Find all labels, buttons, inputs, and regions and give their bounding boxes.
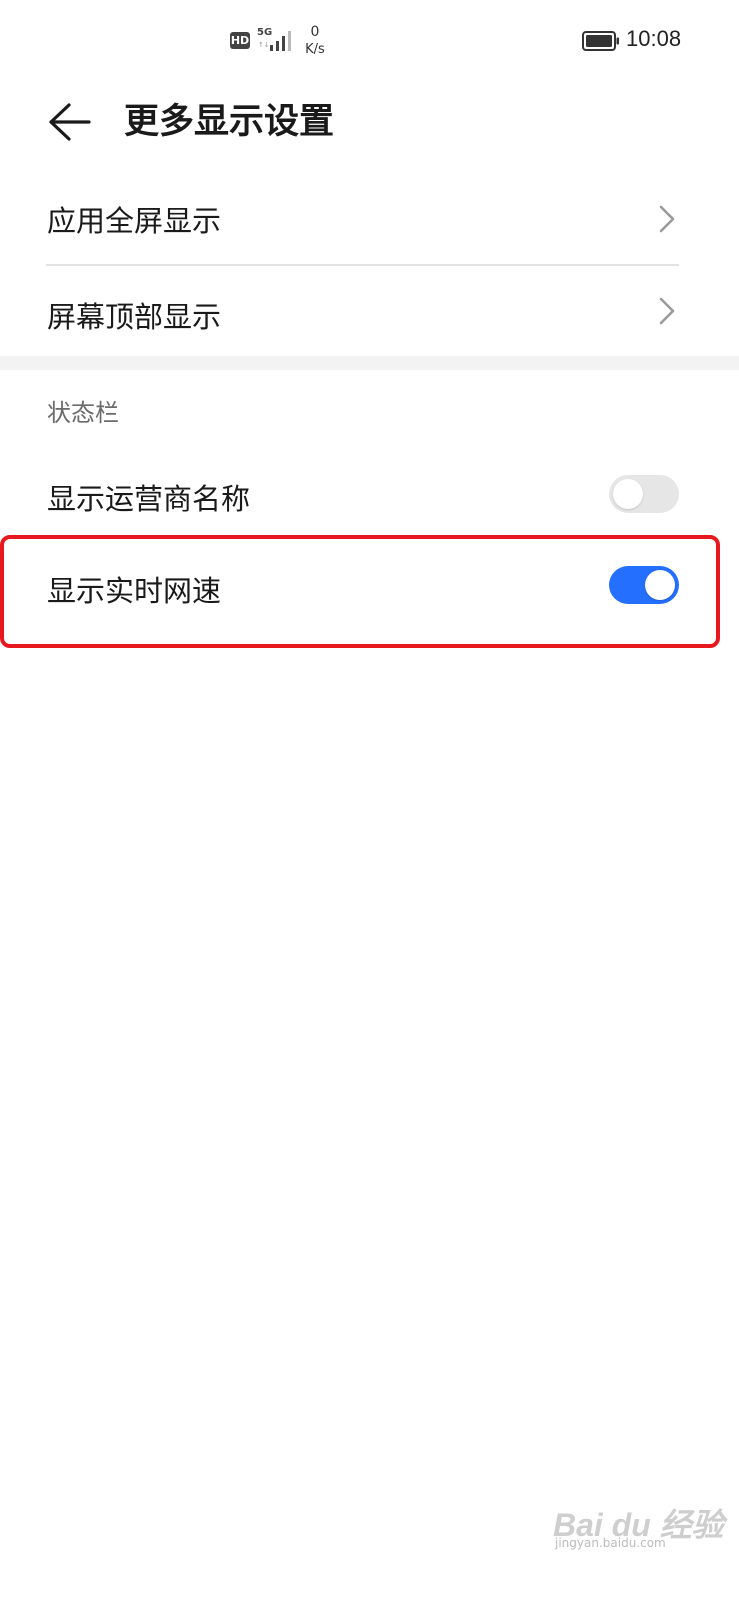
toggle-row-network-speed[interactable]: 显示实时网速 (0, 540, 739, 640)
toggle-label: 显示运营商名称 (47, 482, 251, 516)
network-speed-value: 0 (310, 24, 320, 40)
chevron-right-icon (659, 297, 675, 325)
watermark-url: jingyan.baidu.com (555, 1536, 666, 1550)
chevron-right-icon (659, 205, 675, 233)
back-button[interactable] (42, 98, 96, 146)
toggle-knob (613, 479, 643, 509)
menu-item-label: 屏幕顶部显示 (47, 300, 222, 334)
menu-item-label: 应用全屏显示 (47, 204, 222, 238)
menu-item-fullscreen-apps[interactable]: 应用全屏显示 (0, 172, 739, 264)
arrow-left-icon (49, 103, 91, 141)
section-divider (0, 356, 739, 370)
toggle-knob (645, 570, 675, 600)
status-bar: HD 5G ↑↓ 0 K/s 10:08 (0, 0, 739, 80)
toggle-label: 显示实时网速 (47, 574, 222, 608)
section-title: 状态栏 (47, 399, 119, 427)
menu-item-top-display[interactable]: 屏幕顶部显示 (0, 266, 739, 356)
network-speed-unit: K/s (305, 42, 325, 57)
page-title: 更多显示设置 (124, 102, 335, 142)
header: 更多显示设置 (0, 80, 739, 170)
toggle-switch-network-speed[interactable] (609, 566, 679, 604)
clock: 10:08 (626, 26, 682, 51)
toggle-row-carrier-name[interactable]: 显示运营商名称 (0, 448, 739, 540)
signal-icon (270, 31, 291, 51)
battery-icon (582, 31, 619, 51)
hd-icon: HD (230, 32, 250, 49)
toggle-switch-carrier-name[interactable] (609, 475, 679, 513)
watermark-logo: Bai du 经验 jingyan.baidu.com (553, 1488, 724, 1550)
